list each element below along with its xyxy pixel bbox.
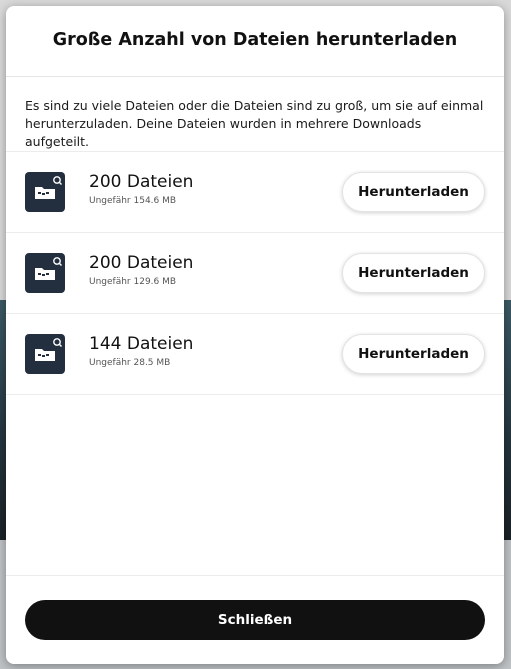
download-item: 144 Dateien Ungefähr 28.5 MB Herunterlad… bbox=[6, 314, 504, 395]
download-button[interactable]: Herunterladen bbox=[342, 334, 485, 374]
file-count: 200 Dateien bbox=[89, 172, 194, 192]
download-item: 200 Dateien Ungefähr 154.6 MB Herunterla… bbox=[6, 152, 504, 233]
dialog-footer: Schließen bbox=[6, 575, 504, 664]
download-item: 200 Dateien Ungefähr 129.6 MB Herunterla… bbox=[6, 233, 504, 314]
file-count: 200 Dateien bbox=[89, 253, 194, 273]
download-dialog: Große Anzahl von Dateien herunterladen E… bbox=[6, 6, 504, 664]
file-size: Ungefähr 28.5 MB bbox=[89, 358, 171, 368]
dialog-header: Große Anzahl von Dateien herunterladen bbox=[6, 6, 504, 77]
dialog-description: Es sind zu viele Dateien oder die Dateie… bbox=[6, 77, 504, 152]
folder-search-icon bbox=[25, 172, 65, 212]
folder-search-icon bbox=[25, 334, 65, 374]
folder-search-icon bbox=[25, 253, 65, 293]
file-size: Ungefähr 129.6 MB bbox=[89, 277, 177, 287]
dialog-title: Große Anzahl von Dateien herunterladen bbox=[52, 30, 458, 50]
file-count: 144 Dateien bbox=[89, 334, 194, 354]
close-button[interactable]: Schließen bbox=[25, 600, 485, 640]
download-button[interactable]: Herunterladen bbox=[342, 253, 485, 293]
file-size: Ungefähr 154.6 MB bbox=[89, 196, 177, 206]
download-button[interactable]: Herunterladen bbox=[342, 172, 485, 212]
